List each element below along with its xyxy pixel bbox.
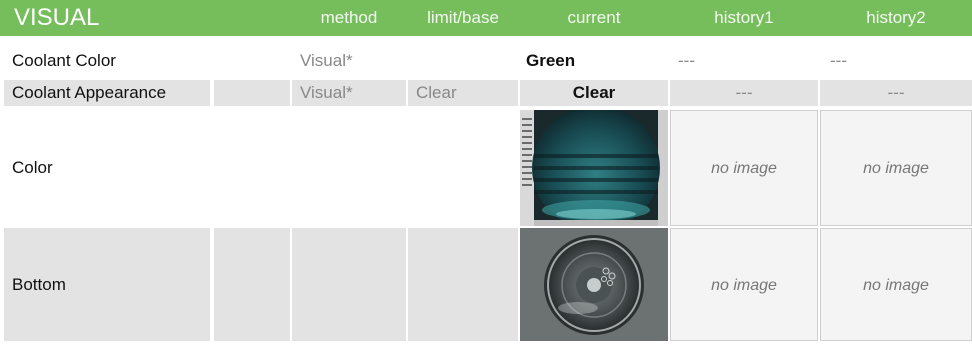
visual-report: VISUAL method limit/base current history… — [0, 0, 972, 341]
method-value: Visual* — [300, 51, 353, 70]
header-current: current — [567, 8, 621, 27]
history1-value: --- — [670, 80, 818, 106]
current-value: Green — [526, 51, 576, 70]
history2-image: no image — [820, 228, 972, 341]
row-label: Coolant Color — [12, 51, 116, 70]
blank-cell — [214, 228, 290, 341]
method-value: Visual* — [292, 80, 406, 106]
history2-value: --- — [830, 51, 847, 70]
coolant-bottom-photo[interactable] — [520, 228, 668, 341]
history1-value: --- — [678, 51, 695, 70]
header-limit-base: limit/base — [427, 8, 499, 27]
history1-image: no image — [670, 110, 818, 226]
table-header: VISUAL method limit/base current history… — [0, 0, 972, 36]
table-row: Color no image no image — [0, 110, 972, 226]
history1-image: no image — [670, 228, 818, 341]
table-row: Bottom no image no image — [0, 228, 972, 344]
blank-cell — [214, 80, 290, 106]
blank-cell — [292, 228, 406, 341]
row-label: Coolant Appearance — [4, 80, 210, 106]
coolant-color-photo[interactable] — [520, 110, 668, 226]
limit-value: Clear — [408, 80, 518, 106]
table-row: Coolant Color Visual* Green --- --- — [0, 44, 972, 78]
current-value: Clear — [520, 80, 668, 106]
section-title: VISUAL — [14, 4, 100, 31]
blank-cell — [408, 228, 518, 341]
header-history1: history1 — [714, 8, 774, 27]
row-label: Color — [12, 158, 53, 177]
history2-value: --- — [820, 80, 972, 106]
header-method: method — [320, 8, 378, 27]
limit-value — [408, 44, 518, 78]
row-label: Bottom — [4, 228, 210, 341]
table-row: Coolant Appearance Visual* Clear Clear -… — [0, 80, 972, 106]
header-history2: history2 — [866, 8, 926, 27]
history2-image: no image — [820, 110, 972, 226]
